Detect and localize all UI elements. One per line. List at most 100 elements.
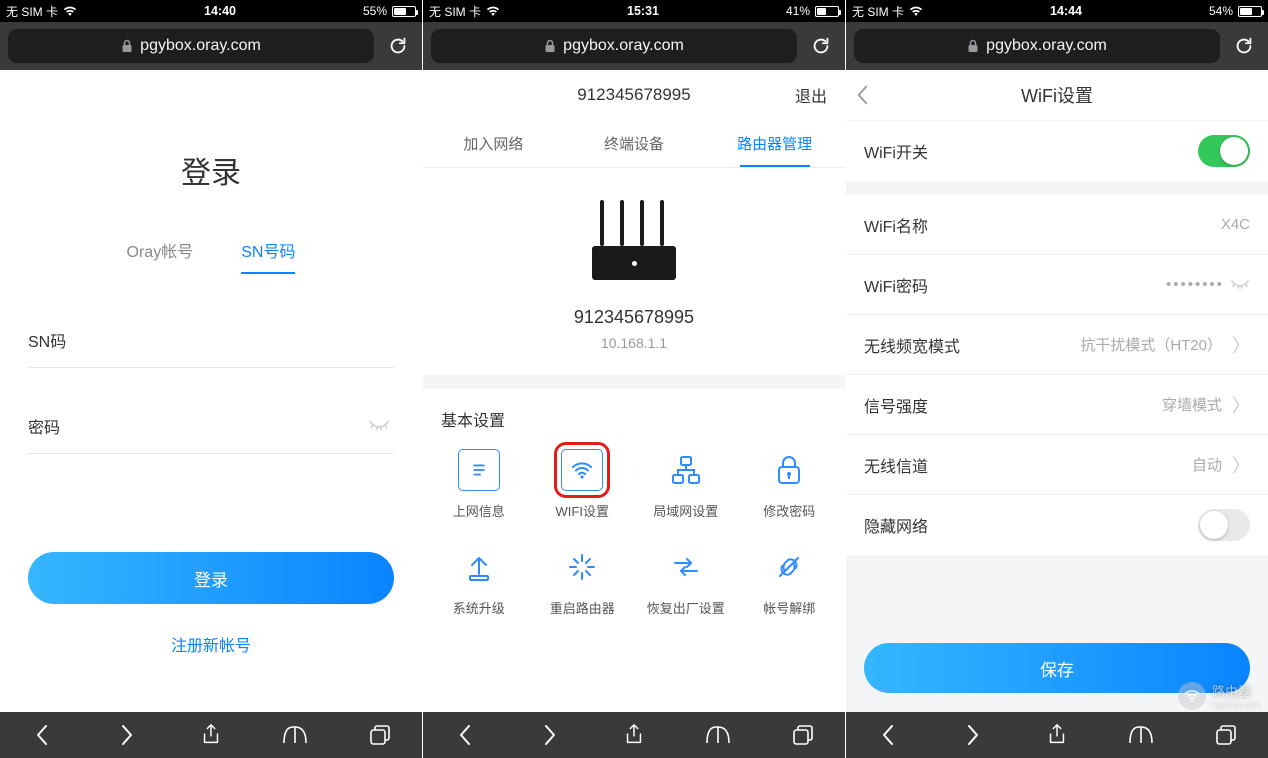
row-hide-network: 隐藏网络 [846, 495, 1268, 555]
row-label: WiFi名称 [864, 213, 928, 237]
row-label: 信号强度 [864, 393, 928, 417]
cell-internet-info[interactable]: 上网信息 [427, 449, 531, 520]
bookmarks-button[interactable] [279, 719, 311, 751]
cell-label: 帐号解绑 [763, 598, 815, 617]
url-text: pgybox.oray.com [986, 37, 1107, 55]
lock-icon [544, 39, 556, 53]
info-icon [458, 449, 500, 491]
cell-restart-router[interactable]: 重启路由器 [531, 546, 635, 617]
row-label: 无线频宽模式 [864, 333, 960, 357]
tab-sn-number[interactable]: SN号码 [241, 238, 295, 274]
row-value: 抗干扰模式（HT20） [1080, 334, 1222, 355]
section-title: 基本设置 [423, 389, 845, 439]
watermark: 路由器 luyouqi.com [1178, 681, 1260, 710]
browser-addressbar: pgybox.oray.com [846, 22, 1268, 70]
wifi-icon [486, 6, 500, 17]
tab-join-network[interactable]: 加入网络 [423, 120, 564, 167]
battery-icon [1238, 6, 1262, 17]
forward-button[interactable] [957, 719, 989, 751]
url-field[interactable]: pgybox.oray.com [431, 29, 797, 63]
cell-lan-settings[interactable]: 局域网设置 [634, 449, 738, 520]
sn-field[interactable]: SN码 [28, 312, 394, 368]
url-field[interactable]: pgybox.oray.com [854, 29, 1220, 63]
cell-label: 修改密码 [763, 501, 815, 520]
battery-pct: 41% [786, 4, 810, 18]
cell-system-upgrade[interactable]: 系统升级 [427, 546, 531, 617]
back-button[interactable] [26, 719, 58, 751]
cell-label: 重启路由器 [550, 598, 615, 617]
eye-icon[interactable] [368, 419, 390, 433]
url-field[interactable]: pgybox.oray.com [8, 29, 374, 63]
browser-addressbar: pgybox.oray.com [0, 22, 422, 70]
carrier-text: 无 SIM 卡 [429, 3, 481, 20]
tabs-button[interactable] [1210, 719, 1242, 751]
cell-account-unbind[interactable]: 帐号解绑 [738, 546, 842, 617]
cell-factory-reset[interactable]: 恢复出厂设置 [634, 546, 738, 617]
sn-label: SN码 [28, 328, 66, 352]
forward-button[interactable] [111, 719, 143, 751]
row-bandwidth-mode[interactable]: 无线频宽模式 抗干扰模式（HT20） 〉 [846, 315, 1268, 375]
back-button[interactable] [449, 719, 481, 751]
register-link[interactable]: 注册新帐号 [0, 632, 422, 656]
row-signal-strength[interactable]: 信号强度 穿墙模式〉 [846, 375, 1268, 435]
wifi-icon [63, 6, 77, 17]
password-field[interactable]: 密码 [28, 398, 394, 454]
row-value: 穿墙模式 [1162, 394, 1222, 415]
row-wireless-channel[interactable]: 无线信道 自动〉 [846, 435, 1268, 495]
carrier-text: 无 SIM 卡 [6, 3, 58, 20]
page-title: WiFi设置 [1021, 82, 1093, 108]
router-image [574, 190, 694, 286]
tab-router-manage[interactable]: 路由器管理 [704, 120, 845, 167]
watermark-icon [1178, 682, 1206, 710]
cell-label: 上网信息 [453, 501, 505, 520]
login-tabs: Oray帐号 SN号码 [0, 238, 422, 274]
row-label: WiFi密码 [864, 273, 928, 297]
page-header: 912345678995 退出 [423, 70, 845, 120]
row-label: WiFi开关 [864, 139, 928, 163]
share-button[interactable] [195, 719, 227, 751]
settings-grid: 上网信息 WIFI设置 局域网设置 修改密码 系统升级 [423, 439, 845, 617]
screen-login: 无 SIM 卡 14:40 55% pgybox.oray.com [0, 0, 422, 758]
reload-button[interactable] [1228, 30, 1260, 62]
device-sn: 912345678995 [423, 307, 845, 328]
lan-icon [665, 449, 707, 491]
upgrade-icon [458, 546, 500, 588]
login-button[interactable]: 登录 [28, 552, 394, 604]
share-button[interactable] [1041, 719, 1073, 751]
cell-change-password[interactable]: 修改密码 [738, 449, 842, 520]
back-button[interactable] [872, 719, 904, 751]
device-sn-title: 912345678995 [577, 85, 690, 105]
reset-icon [665, 546, 707, 588]
clock: 14:40 [204, 4, 236, 18]
wifi-switch-toggle[interactable] [1198, 135, 1250, 167]
reload-button[interactable] [805, 30, 837, 62]
tabs-button[interactable] [787, 719, 819, 751]
forward-button[interactable] [534, 719, 566, 751]
tabs-button[interactable] [364, 719, 396, 751]
share-button[interactable] [618, 719, 650, 751]
back-button[interactable] [856, 84, 869, 106]
cell-wifi-settings[interactable]: WIFI设置 [531, 449, 635, 520]
reload-button[interactable] [382, 30, 414, 62]
bookmarks-button[interactable] [702, 719, 734, 751]
hide-network-toggle[interactable] [1198, 509, 1250, 541]
row-wifi-switch: WiFi开关 [846, 121, 1268, 181]
logout-button[interactable]: 退出 [795, 83, 827, 107]
battery-icon [392, 6, 416, 17]
tab-terminal-devices[interactable]: 终端设备 [564, 120, 705, 167]
row-value: 自动 [1192, 454, 1222, 475]
row-label: 无线信道 [864, 453, 928, 477]
battery-pct: 54% [1209, 4, 1233, 18]
row-wifi-password[interactable]: WiFi密码 •••••••• [846, 255, 1268, 315]
page-title: 登录 [0, 148, 422, 192]
bookmarks-button[interactable] [1125, 719, 1157, 751]
cell-label: WIFI设置 [556, 501, 609, 520]
password-label: 密码 [28, 414, 60, 438]
eye-icon[interactable] [1230, 279, 1250, 291]
tab-oray-account[interactable]: Oray帐号 [127, 238, 194, 274]
chevron-right-icon: 〉 [1232, 332, 1250, 358]
browser-toolbar [423, 712, 845, 758]
device-block: 912345678995 10.168.1.1 [423, 168, 845, 375]
lock-icon [121, 39, 133, 53]
row-wifi-name[interactable]: WiFi名称 X4C [846, 195, 1268, 255]
